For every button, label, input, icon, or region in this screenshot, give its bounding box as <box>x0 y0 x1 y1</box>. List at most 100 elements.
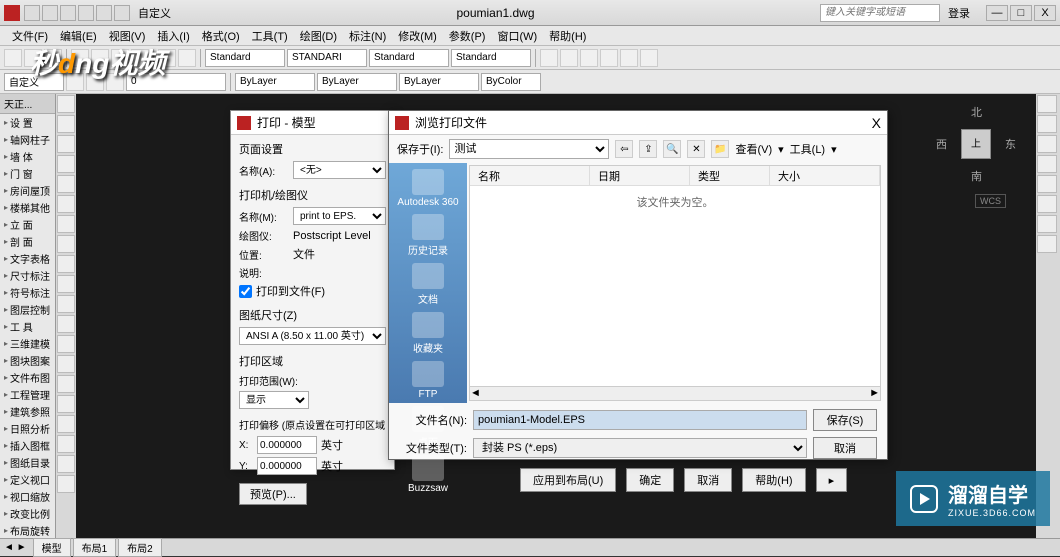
qat-redo-icon[interactable] <box>96 5 112 21</box>
tool-poly-icon[interactable] <box>57 175 75 193</box>
qat-save-icon[interactable] <box>60 5 76 21</box>
search-icon[interactable]: 🔍 <box>663 140 681 158</box>
filename-input[interactable] <box>473 410 807 430</box>
menu-tools[interactable]: 工具(T) <box>246 26 294 46</box>
offset-x-input[interactable] <box>257 436 317 454</box>
tool-circle-icon[interactable] <box>57 115 75 133</box>
login-link[interactable]: 登录 <box>948 5 970 21</box>
apply-layout-button[interactable]: 应用到布局(U) <box>520 468 616 492</box>
tool-mirror-icon[interactable] <box>57 395 75 413</box>
left-panel-item[interactable]: 工 具 <box>0 318 55 335</box>
tb-redo-icon[interactable] <box>178 49 196 67</box>
viewcube-east[interactable]: 东 <box>1005 136 1016 152</box>
print-to-file-checkbox[interactable] <box>239 285 252 298</box>
tb-misc-icon[interactable] <box>540 49 558 67</box>
rtool-icon[interactable] <box>1037 195 1057 213</box>
tab-layout1[interactable]: 布局1 <box>73 538 117 557</box>
left-panel-item[interactable]: 符号标注 <box>0 284 55 301</box>
menu-parametric[interactable]: 参数(P) <box>443 26 492 46</box>
tool-array-icon[interactable] <box>57 415 75 433</box>
left-panel-item[interactable]: 图块图案 <box>0 352 55 369</box>
menu-help[interactable]: 帮助(H) <box>543 26 592 46</box>
places-item[interactable]: FTP <box>393 359 463 402</box>
wcs-label[interactable]: WCS <box>975 194 1006 208</box>
tb-misc-icon[interactable] <box>640 49 658 67</box>
col-date[interactable]: 日期 <box>590 166 690 185</box>
tool-copy-icon[interactable] <box>57 275 75 293</box>
plot-range-select[interactable]: 显示 <box>239 391 309 409</box>
tools-menu[interactable]: 工具(L) <box>790 141 825 157</box>
bylayer-combo-2[interactable]: ByLayer <box>317 73 397 91</box>
tb-misc-icon[interactable] <box>620 49 638 67</box>
tb-new-icon[interactable] <box>4 49 22 67</box>
help-search-input[interactable] <box>820 4 940 22</box>
left-panel-item[interactable]: 布局旋转 <box>0 522 55 538</box>
tool-arc-icon[interactable] <box>57 135 75 153</box>
tb-misc-icon[interactable] <box>600 49 618 67</box>
view-menu[interactable]: 查看(V) <box>735 141 772 157</box>
tool-rect-icon[interactable] <box>57 155 75 173</box>
ok-button[interactable]: 确定 <box>626 468 674 492</box>
qat-new-icon[interactable] <box>24 5 40 21</box>
rtool-icon[interactable] <box>1037 135 1057 153</box>
left-panel-item[interactable]: 工程管理 <box>0 386 55 403</box>
left-panel-item[interactable]: 轴网柱子 <box>0 131 55 148</box>
left-panel-item[interactable]: 设 置 <box>0 114 55 131</box>
tool-trim-icon[interactable] <box>57 335 75 353</box>
menu-window[interactable]: 窗口(W) <box>491 26 543 46</box>
horizontal-scrollbar[interactable]: ◄► <box>470 386 880 400</box>
left-panel-item[interactable]: 改变比例 <box>0 505 55 522</box>
tab-layout2[interactable]: 布局2 <box>118 538 162 557</box>
tab-model[interactable]: 模型 <box>33 538 71 557</box>
browse-dialog-title-bar[interactable]: 浏览打印文件 X <box>389 111 887 135</box>
newfolder-icon[interactable]: 📁 <box>711 140 729 158</box>
bycolor-combo[interactable]: ByColor <box>481 73 541 91</box>
rtool-icon[interactable] <box>1037 95 1057 113</box>
save-button[interactable]: 保存(S) <box>813 409 877 431</box>
maximize-button[interactable]: □ <box>1010 5 1032 21</box>
left-panel-item[interactable]: 三维建模 <box>0 335 55 352</box>
close-icon[interactable]: X <box>872 115 881 131</box>
tool-extend-icon[interactable] <box>57 355 75 373</box>
app-icon[interactable] <box>4 5 20 21</box>
expand-button[interactable]: ▸ <box>816 468 848 492</box>
tool-move-icon[interactable] <box>57 255 75 273</box>
left-panel-item[interactable]: 插入图框 <box>0 437 55 454</box>
up-icon[interactable]: ⇪ <box>639 140 657 158</box>
left-panel-item[interactable]: 尺寸标注 <box>0 267 55 284</box>
preview-button[interactable]: 预览(P)... <box>239 483 307 505</box>
tool-explode-icon[interactable] <box>57 475 75 493</box>
viewcube-north[interactable]: 北 <box>971 104 982 120</box>
tool-line-icon[interactable] <box>57 95 75 113</box>
places-item[interactable]: 收藏夹 <box>393 310 463 357</box>
col-name[interactable]: 名称 <box>470 166 590 185</box>
left-panel-item[interactable]: 日照分析 <box>0 420 55 437</box>
menu-format[interactable]: 格式(O) <box>196 26 246 46</box>
left-panel-item[interactable]: 剖 面 <box>0 233 55 250</box>
menu-draw[interactable]: 绘图(D) <box>294 26 343 46</box>
rtool-icon[interactable] <box>1037 235 1057 253</box>
viewcube-top[interactable]: 上 <box>961 129 991 159</box>
style-combo-4[interactable]: Standard <box>451 49 531 67</box>
menu-dimension[interactable]: 标注(N) <box>343 26 392 46</box>
rtool-icon[interactable] <box>1037 115 1057 133</box>
rtool-icon[interactable] <box>1037 155 1057 173</box>
places-item[interactable]: Autodesk 360 <box>393 167 463 210</box>
filetype-select[interactable]: 封装 PS (*.eps) <box>473 438 807 458</box>
bylayer-combo-3[interactable]: ByLayer <box>399 73 479 91</box>
paper-size-select[interactable]: ANSI A (8.50 x 11.00 英寸) <box>239 327 386 345</box>
rtool-icon[interactable] <box>1037 215 1057 233</box>
left-panel-item[interactable]: 门 窗 <box>0 165 55 182</box>
viewcube-south[interactable]: 南 <box>971 168 982 184</box>
tool-text-icon[interactable] <box>57 215 75 233</box>
back-icon[interactable]: ⇦ <box>615 140 633 158</box>
custom-label[interactable]: 自定义 <box>138 5 171 21</box>
tool-rotate-icon[interactable] <box>57 295 75 313</box>
places-item[interactable]: Buzzsaw <box>393 453 463 496</box>
left-panel-item[interactable]: 立 面 <box>0 216 55 233</box>
delete-icon[interactable]: ✕ <box>687 140 705 158</box>
left-panel-item[interactable]: 楼梯其他 <box>0 199 55 216</box>
rtool-icon[interactable] <box>1037 175 1057 193</box>
tb-misc-icon[interactable] <box>560 49 578 67</box>
qat-open-icon[interactable] <box>42 5 58 21</box>
